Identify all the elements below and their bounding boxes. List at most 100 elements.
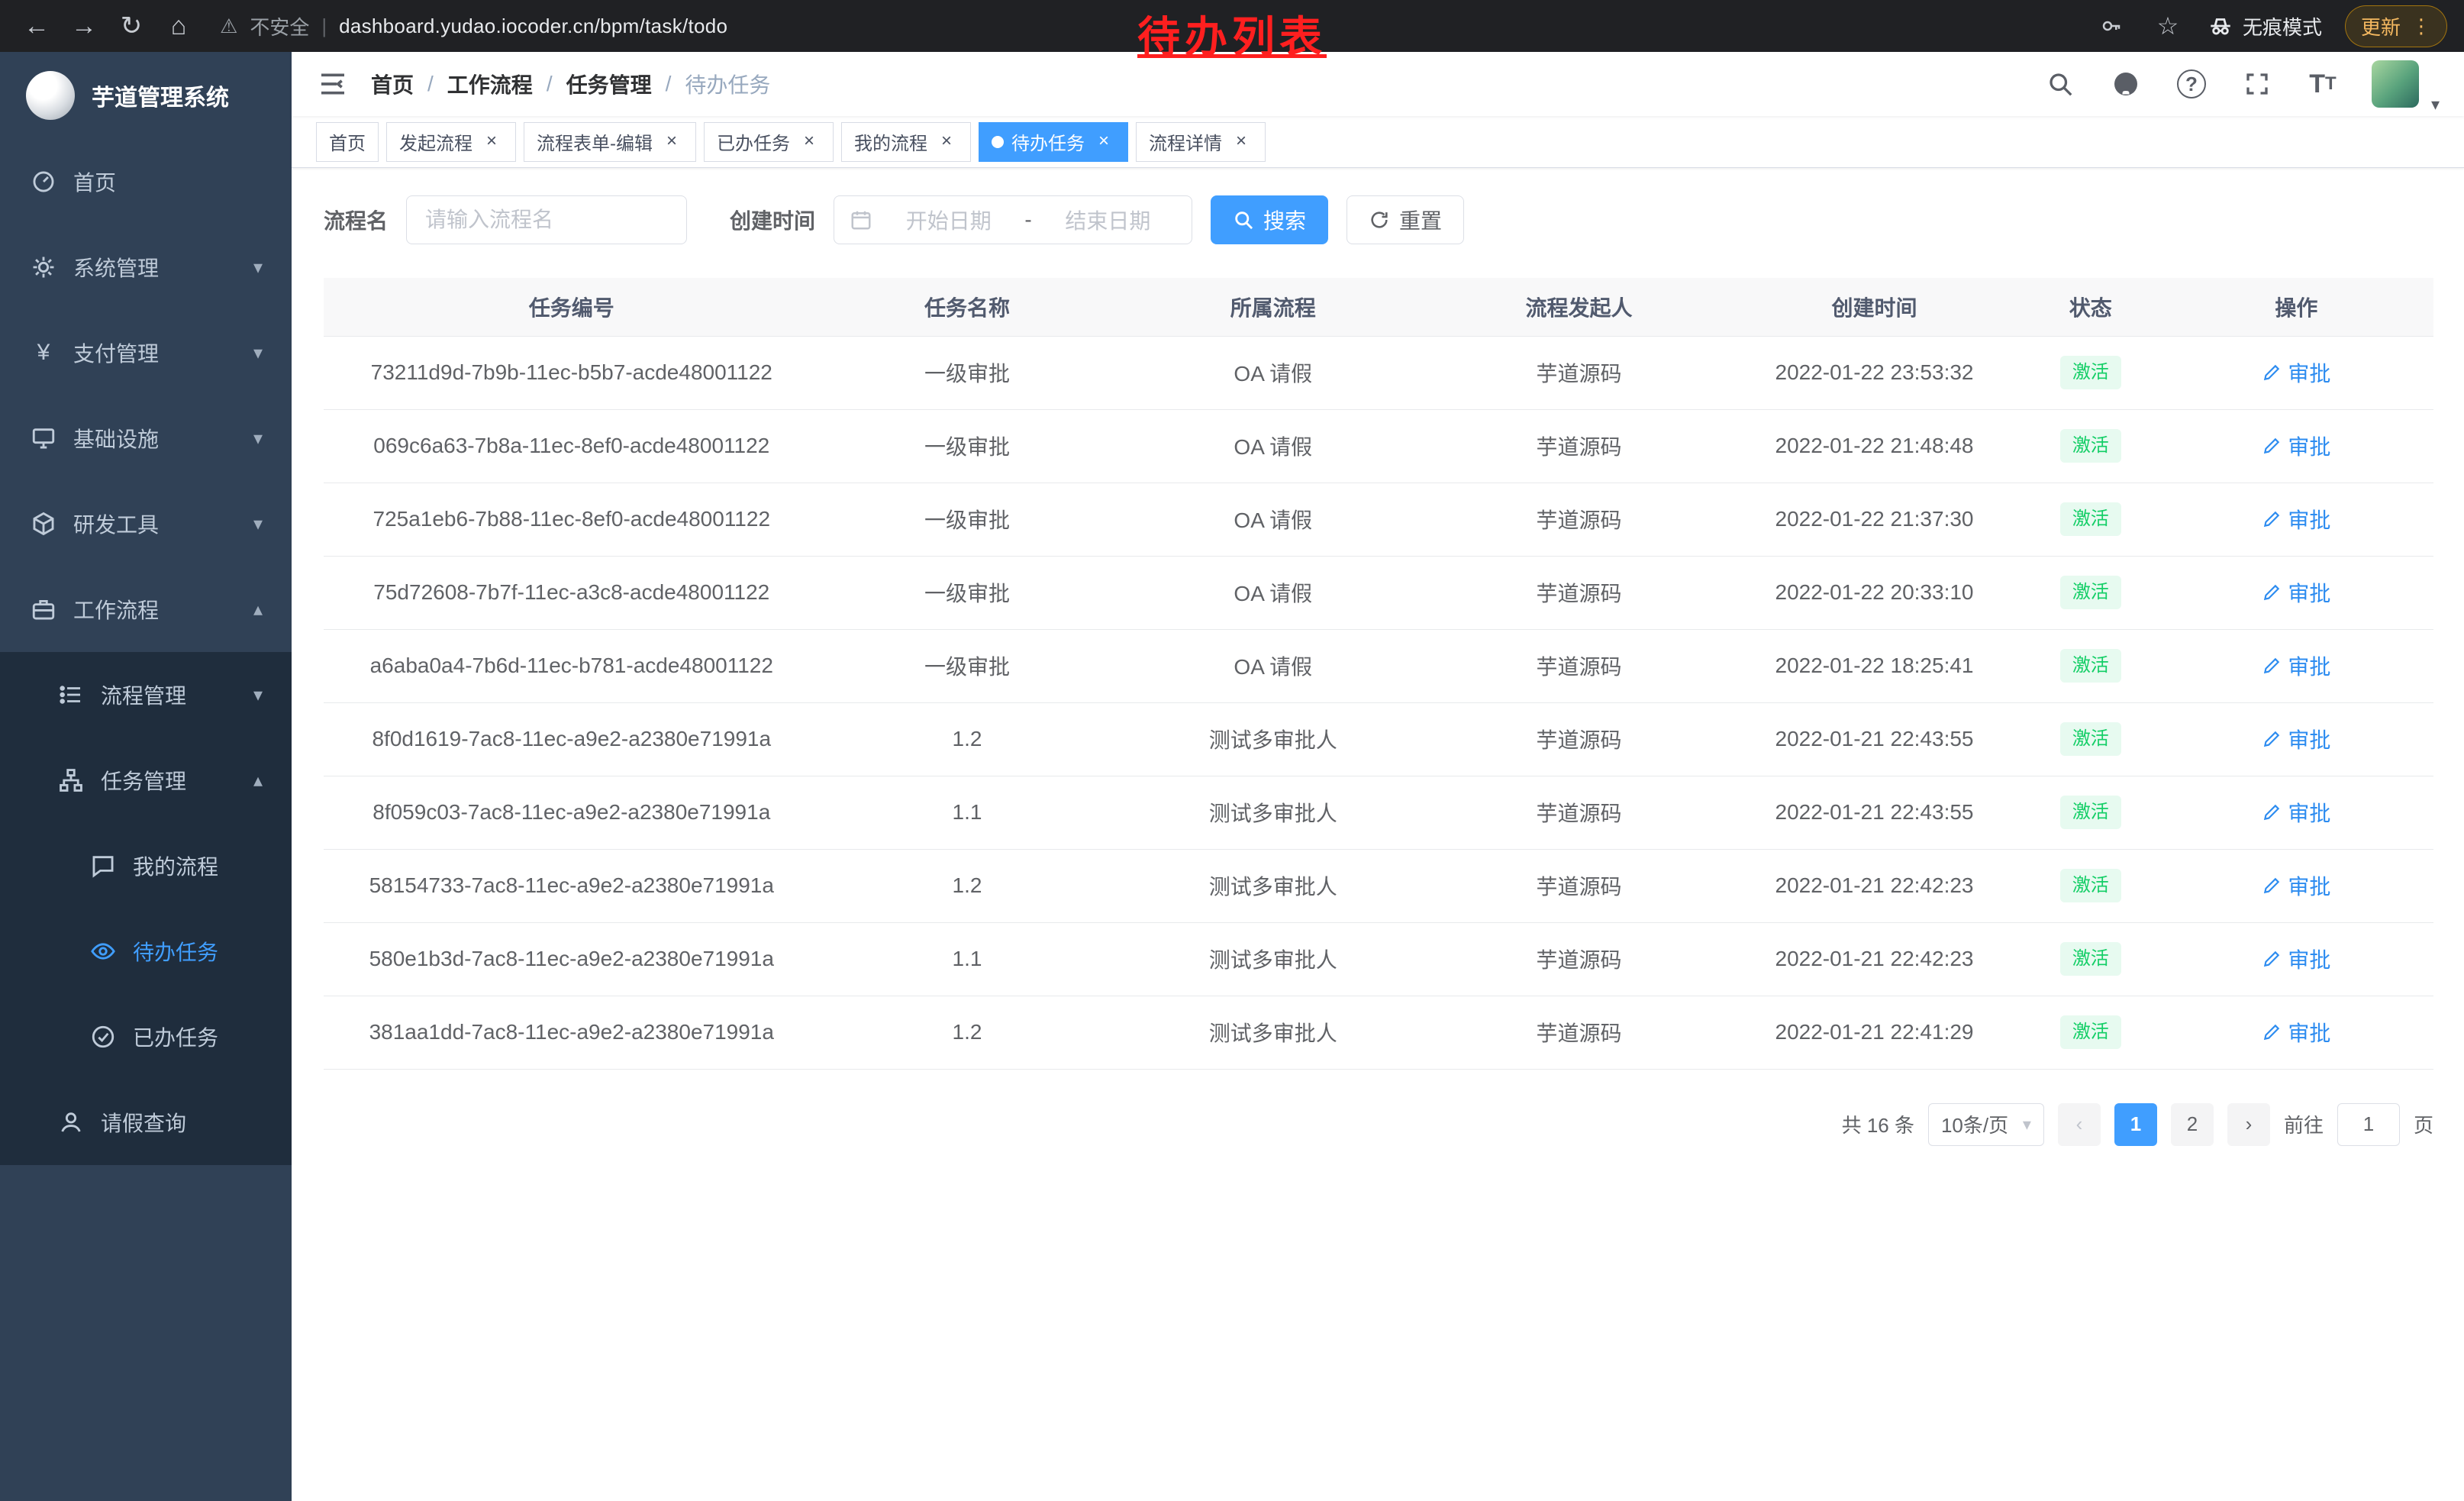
pencil-icon xyxy=(2262,363,2282,383)
tab-my-process[interactable]: 我的流程 × xyxy=(841,122,971,162)
font-size-icon[interactable]: TT xyxy=(2306,67,2340,101)
browser-back-button[interactable]: ← xyxy=(17,6,56,46)
prev-page-button[interactable]: ‹ xyxy=(2058,1103,2101,1146)
tree-icon xyxy=(56,766,85,795)
menu-dots-icon[interactable]: ⋮ xyxy=(2411,15,2431,38)
approve-link[interactable]: 审批 xyxy=(2262,431,2330,461)
sidebar-item-done-tasks[interactable]: 已办任务 xyxy=(0,994,292,1080)
create-time-label: 创建时间 xyxy=(730,205,815,235)
bookmark-star-icon[interactable]: ☆ xyxy=(2151,9,2185,43)
logo-avatar xyxy=(26,71,75,120)
breadcrumb-home[interactable]: 首页 xyxy=(371,69,414,99)
sidebar-item-home[interactable]: 首页 xyxy=(0,139,292,224)
table-row: 75d72608-7b7f-11ec-a3c8-acde48001122 一级审… xyxy=(324,556,2433,629)
process-name-input[interactable] xyxy=(406,195,687,244)
status-badge: 激活 xyxy=(2060,722,2121,756)
avatar-caret-icon[interactable]: ▾ xyxy=(2431,95,2440,115)
key-icon[interactable] xyxy=(2095,9,2128,43)
sidebar-item-todo-tasks[interactable]: 待办任务 xyxy=(0,909,292,994)
browser-home-button[interactable]: ⌂ xyxy=(159,6,198,46)
page-size-select[interactable]: 10条/页 ▾ xyxy=(1928,1103,2044,1146)
approve-link[interactable]: 审批 xyxy=(2262,1017,2330,1047)
approve-link[interactable]: 审批 xyxy=(2262,577,2330,608)
close-icon[interactable]: × xyxy=(1092,131,1115,153)
avatar[interactable] xyxy=(2372,60,2419,108)
breadcrumb-separator: / xyxy=(547,72,553,96)
search-icon[interactable] xyxy=(2043,67,2077,101)
page-button-1[interactable]: 1 xyxy=(2114,1103,2157,1146)
sidebar-collapse-icon[interactable] xyxy=(316,67,350,101)
breadcrumb-task-mgmt[interactable]: 任务管理 xyxy=(566,69,652,99)
chevron-up-icon: ▴ xyxy=(253,599,263,621)
pencil-icon xyxy=(2262,949,2282,969)
gear-icon xyxy=(29,253,58,282)
sidebar-item-label: 系统管理 xyxy=(73,252,159,282)
date-range-picker[interactable]: 开始日期 - 结束日期 xyxy=(834,195,1192,244)
col-action: 操作 xyxy=(2159,278,2433,336)
sidebar-item-task-mgmt[interactable]: 任务管理 ▴ xyxy=(0,738,292,823)
tab-todo-tasks[interactable]: 待办任务 × xyxy=(979,122,1128,162)
tab-form-edit[interactable]: 流程表单-编辑 × xyxy=(524,122,696,162)
approve-link[interactable]: 审批 xyxy=(2262,504,2330,534)
update-button[interactable]: 更新 ⋮ xyxy=(2345,5,2447,47)
sidebar-item-label: 任务管理 xyxy=(101,765,186,796)
sidebar-item-devtools[interactable]: 研发工具 ▾ xyxy=(0,481,292,567)
approve-link[interactable]: 审批 xyxy=(2262,797,2330,828)
page-content: 流程名 创建时间 开始日期 - 结束日期 搜索 重置 xyxy=(292,168,2464,1501)
refresh-icon xyxy=(1369,209,1390,231)
approve-link[interactable]: 审批 xyxy=(2262,944,2330,974)
browser-forward-button[interactable]: → xyxy=(64,6,104,46)
close-icon[interactable]: × xyxy=(480,131,503,153)
pencil-icon xyxy=(2262,509,2282,529)
fullscreen-icon[interactable] xyxy=(2240,67,2274,101)
approve-link[interactable]: 审批 xyxy=(2262,357,2330,388)
search-button[interactable]: 搜索 xyxy=(1211,195,1328,244)
dashboard-icon xyxy=(29,167,58,196)
sidebar-item-infra[interactable]: 基础设施 ▾ xyxy=(0,395,292,481)
table-row: 381aa1dd-7ac8-11ec-a9e2-a2380e71991a 1.2… xyxy=(324,996,2433,1069)
github-icon[interactable] xyxy=(2109,67,2143,101)
approve-link[interactable]: 审批 xyxy=(2262,650,2330,681)
sidebar-item-system[interactable]: 系统管理 ▾ xyxy=(0,224,292,310)
tab-done-tasks[interactable]: 已办任务 × xyxy=(704,122,834,162)
address-bar[interactable]: ⚠ 不安全 | dashboard.yudao.iocoder.cn/bpm/t… xyxy=(220,12,727,40)
help-icon[interactable]: ? xyxy=(2175,67,2208,101)
status-badge: 激活 xyxy=(2060,869,2121,902)
breadcrumb-workflow[interactable]: 工作流程 xyxy=(447,69,533,99)
tab-home[interactable]: 首页 xyxy=(316,122,379,162)
incognito-icon xyxy=(2208,13,2233,39)
app-logo[interactable]: 芋道管理系统 xyxy=(0,52,292,139)
sidebar-item-workflow[interactable]: 工作流程 ▴ xyxy=(0,567,292,652)
next-page-button[interactable]: › xyxy=(2227,1103,2270,1146)
browser-reload-button[interactable]: ↻ xyxy=(111,6,151,46)
close-icon[interactable]: × xyxy=(660,131,683,153)
table-row: 580e1b3d-7ac8-11ec-a9e2-a2380e71991a 1.1… xyxy=(324,922,2433,996)
table-row: 8f059c03-7ac8-11ec-a9e2-a2380e71991a 1.1… xyxy=(324,776,2433,849)
monitor-icon xyxy=(29,424,58,453)
box-icon xyxy=(29,509,58,538)
search-icon xyxy=(1233,209,1254,231)
page-button-2[interactable]: 2 xyxy=(2171,1103,2214,1146)
table-header-row: 任务编号 任务名称 所属流程 流程发起人 创建时间 状态 操作 xyxy=(324,278,2433,336)
close-icon[interactable]: × xyxy=(1230,131,1253,153)
breadcrumb-current: 待办任务 xyxy=(685,69,770,99)
approve-link[interactable]: 审批 xyxy=(2262,870,2330,901)
approve-link[interactable]: 审批 xyxy=(2262,724,2330,754)
sidebar-item-payment[interactable]: ¥ 支付管理 ▾ xyxy=(0,310,292,395)
chevron-down-icon: ▾ xyxy=(2023,1115,2031,1135)
goto-page-input[interactable] xyxy=(2337,1103,2400,1146)
close-icon[interactable]: × xyxy=(798,131,821,153)
tab-start-process[interactable]: 发起流程 × xyxy=(386,122,516,162)
sidebar-item-leave-query[interactable]: 请假查询 xyxy=(0,1080,292,1165)
tab-process-detail[interactable]: 流程详情 × xyxy=(1136,122,1266,162)
close-icon[interactable]: × xyxy=(935,131,958,153)
sidebar-item-my-process[interactable]: 我的流程 xyxy=(0,823,292,909)
status-badge: 激活 xyxy=(2060,429,2121,463)
sidebar-item-label: 流程管理 xyxy=(101,679,186,710)
reset-button[interactable]: 重置 xyxy=(1346,195,1464,244)
incognito-label: 无痕模式 xyxy=(2243,12,2322,40)
url-text: dashboard.yudao.iocoder.cn/bpm/task/todo xyxy=(339,15,727,38)
chevron-down-icon: ▾ xyxy=(253,428,263,450)
sidebar-item-process-mgmt[interactable]: 流程管理 ▾ xyxy=(0,652,292,738)
status-badge: 激活 xyxy=(2060,942,2121,976)
